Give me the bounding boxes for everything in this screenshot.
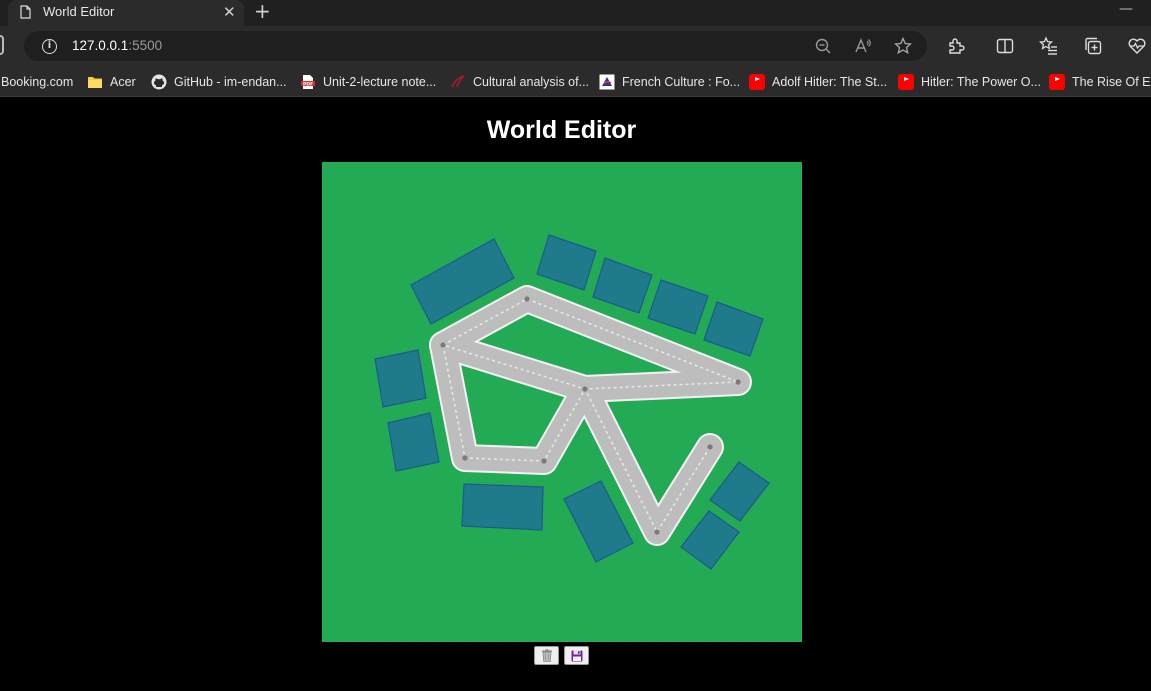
page-title: World Editor <box>486 116 637 144</box>
graph-point <box>582 386 588 392</box>
bookmark-label: Acer <box>110 75 136 89</box>
tab-title: World Editor <box>43 4 115 19</box>
youtube-icon <box>1049 74 1065 90</box>
close-icon[interactable]: ✕ <box>223 3 236 21</box>
page-content: World Editor <box>0 98 1151 691</box>
bookmark-item[interactable]: Booking.com <box>1 73 73 91</box>
trash-icon <box>541 649 552 662</box>
swoosh-icon <box>451 75 465 88</box>
graph-point <box>707 444 713 450</box>
read-aloud-icon[interactable] <box>854 37 872 55</box>
controls <box>534 646 589 665</box>
bookmark-item[interactable]: PDF Unit-2-lecture note... <box>300 73 436 91</box>
youtube-icon <box>749 74 765 90</box>
bookmark-item[interactable]: The Rise Of Em <box>1049 73 1151 91</box>
bookmark-label: Hitler: The Power O... <box>921 75 1041 89</box>
bookmark-label: Adolf Hitler: The St... <box>772 75 888 89</box>
building <box>387 412 440 472</box>
graph-point <box>524 296 530 302</box>
browser-essentials-icon[interactable] <box>1127 36 1147 56</box>
bookmark-label: GitHub - im-endan... <box>174 75 287 89</box>
site-icon <box>599 74 615 90</box>
bookmark-label: Cultural analysis of... <box>473 75 590 89</box>
bookmark-item[interactable]: French Culture : Fo... <box>599 73 740 91</box>
browser-toolbar: i 127.0.0.1:5500 <box>0 26 1151 66</box>
floppy-disk-icon <box>571 650 582 661</box>
graph-point <box>440 342 446 348</box>
bookmark-item[interactable]: Acer <box>87 73 136 91</box>
sidebar-edge-icon[interactable] <box>0 35 4 55</box>
building <box>461 483 544 531</box>
building <box>374 349 427 408</box>
bookmark-label: French Culture : Fo... <box>622 75 741 89</box>
graph-point <box>462 455 468 461</box>
svg-text:PDF: PDF <box>303 81 313 87</box>
github-icon <box>151 74 167 90</box>
bookmark-label: Booking.com <box>1 75 74 89</box>
extensions-icon[interactable] <box>946 36 966 56</box>
tab-strip: World Editor ✕ + — <box>0 0 1151 26</box>
collections-icon[interactable] <box>1083 36 1103 56</box>
bookmark-label: Unit-2-lecture note... <box>323 75 437 89</box>
graph-point <box>735 379 741 385</box>
bookmark-item[interactable]: GitHub - im-endan... <box>151 73 287 91</box>
new-tab-button[interactable]: + <box>254 0 271 22</box>
save-button[interactable] <box>564 646 589 665</box>
browser-tab[interactable]: World Editor ✕ <box>8 0 244 26</box>
dispose-button[interactable] <box>534 646 559 665</box>
bookmark-item[interactable]: Adolf Hitler: The St... <box>749 73 887 91</box>
zoom-out-icon[interactable] <box>814 37 832 55</box>
world-canvas[interactable] <box>322 162 802 642</box>
url-text[interactable]: 127.0.0.1:5500 <box>72 38 162 53</box>
favorites-icon[interactable] <box>1039 36 1059 56</box>
graph-point <box>541 458 547 464</box>
folder-icon <box>88 77 102 88</box>
address-bar[interactable]: i 127.0.0.1:5500 <box>24 31 927 61</box>
minimize-button[interactable]: — <box>1119 1 1133 17</box>
graph-point <box>654 529 660 535</box>
star-icon[interactable] <box>894 37 912 55</box>
bookmark-item[interactable]: Hitler: The Power O... <box>898 73 1041 91</box>
bookmark-item[interactable]: Cultural analysis of... <box>450 73 589 91</box>
bookmark-label: The Rise Of Em <box>1072 75 1151 89</box>
bookmarks-bar: Booking.com Acer GitHub - im-endan... PD… <box>0 66 1151 97</box>
page-icon <box>20 5 31 19</box>
youtube-icon <box>898 74 914 90</box>
split-screen-icon[interactable] <box>995 36 1015 56</box>
info-icon[interactable]: i <box>42 39 57 54</box>
pdf-icon: PDF <box>301 75 315 89</box>
